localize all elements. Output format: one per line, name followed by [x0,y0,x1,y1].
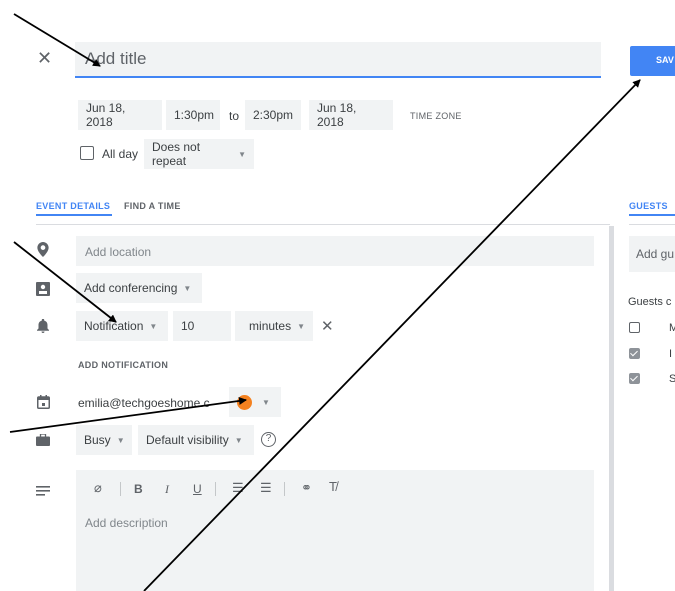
arrow-to-notification [13,241,117,323]
arrow-to-save [143,79,641,591]
annotation-arrows [9,13,641,591]
arrow-to-color [9,396,247,433]
arrow-to-title [13,13,101,67]
